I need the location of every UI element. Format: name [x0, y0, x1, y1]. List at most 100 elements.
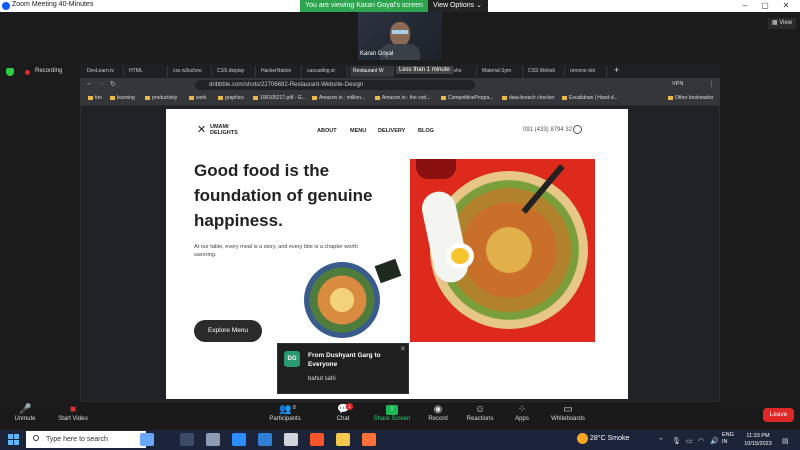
- share-screen-label: Share Screen: [373, 416, 411, 422]
- nav-blog[interactable]: BLOG: [418, 128, 434, 134]
- bookmark-data-breach[interactable]: data-breach checker: [502, 95, 555, 101]
- view-options-label: View Options: [433, 2, 475, 9]
- hero-subtext: At our table, every meal is a story, and…: [194, 244, 358, 258]
- leave-button[interactable]: Leave: [763, 408, 794, 422]
- apps-button[interactable]: ⁘ Apps: [497, 403, 547, 423]
- vscode-icon[interactable]: [258, 433, 272, 446]
- tab-hackernation[interactable]: HackerNation: [258, 66, 302, 77]
- whiteboards-button[interactable]: ▭ Whiteboards: [543, 403, 593, 423]
- phone-icon[interactable]: [573, 125, 582, 134]
- bookmark-excalidraw[interactable]: Excalidraw | Hand-d...: [562, 95, 618, 101]
- view-button-label: View: [779, 20, 793, 26]
- bookmark-learning[interactable]: learning: [110, 95, 135, 101]
- notifications-icon[interactable]: ▤: [782, 437, 789, 445]
- zoom-app-icon[interactable]: [232, 433, 246, 446]
- bookmark-graphics[interactable]: graphics: [218, 95, 244, 101]
- weather-icon: [577, 433, 588, 444]
- forward-icon[interactable]: →: [98, 80, 105, 87]
- nav-about[interactable]: ABOUT: [317, 128, 337, 134]
- system-clock[interactable]: 11:33 PM 10/15/2023: [743, 432, 773, 448]
- chat-notification-title: From Dushyant Garg to Everyone: [308, 352, 381, 368]
- share-screen-button[interactable]: ↑ Share Screen: [367, 403, 417, 422]
- search-icon: [33, 435, 39, 441]
- tab-html[interactable]: HTML: [126, 66, 168, 77]
- clock-date: 10/15/2023: [744, 441, 772, 447]
- weather-text[interactable]: 28°C Smoke: [590, 435, 629, 442]
- apps-icon: ⁘: [517, 404, 527, 415]
- hero-headline: Good food is the foundation of genuine h…: [194, 161, 373, 230]
- address-bar[interactable]: dribbble.com/shots/22706692-Restaurant-W…: [195, 80, 475, 90]
- bookmark-work[interactable]: work: [189, 95, 207, 101]
- app-icon-1[interactable]: [206, 433, 220, 446]
- microphone-icon[interactable]: 🎙: [672, 437, 681, 445]
- vpn-badge[interactable]: VPN: [672, 81, 683, 87]
- tab-material-symbols[interactable]: Material Sym: [479, 66, 523, 77]
- participants-count: 8: [293, 405, 296, 411]
- video-off-icon: ■: [69, 404, 77, 415]
- window-title: Zoom Meeting 40-Minutes: [12, 1, 94, 8]
- bookmark-amazon-million[interactable]: Amazon.in : million...: [312, 95, 365, 101]
- participant-glasses: [392, 30, 408, 34]
- reload-icon[interactable]: ↻: [110, 80, 116, 88]
- nav-delivery[interactable]: DELIVERY: [378, 128, 405, 134]
- app-icon-2[interactable]: [284, 433, 298, 446]
- tab-css-w3schools[interactable]: css w3schoo: [170, 66, 212, 77]
- chat-notification-message: bahut sahi: [308, 376, 336, 382]
- new-tab-icon[interactable]: +: [614, 65, 619, 75]
- view-options-button[interactable]: View Options ⌄: [428, 0, 488, 12]
- brave-icon[interactable]: [310, 433, 324, 446]
- task-view-icon[interactable]: [180, 433, 194, 446]
- tab-devlearn[interactable]: DevLearn.tv: [84, 66, 124, 77]
- wifi-icon[interactable]: ◠: [698, 437, 704, 445]
- bookmark-competitive[interactable]: CompetitiveProgra...: [441, 95, 494, 101]
- file-explorer-icon[interactable]: [336, 433, 350, 446]
- unmute-label: Unmute: [14, 416, 36, 422]
- shield-icon[interactable]: [6, 68, 14, 76]
- tab-remove-dot[interactable]: remove dot: [567, 66, 607, 77]
- minimize-icon[interactable]: –: [735, 0, 755, 12]
- close-icon[interactable]: ✕: [400, 345, 406, 353]
- chat-label: Chat: [336, 416, 350, 422]
- unmute-button[interactable]: 🎤 Unmute: [0, 403, 50, 423]
- view-button[interactable]: ▦ View: [768, 18, 796, 29]
- explore-menu-button[interactable]: Explore Menu: [194, 320, 262, 342]
- clock-time: 11:33 PM: [746, 433, 770, 439]
- back-icon[interactable]: ←: [86, 80, 93, 87]
- bookmark-amazon-code[interactable]: Amazon.in : the cod...: [375, 95, 430, 101]
- start-video-button[interactable]: ■ Start Video: [48, 403, 98, 423]
- ramen-bowl-image: [304, 262, 380, 338]
- participant-video[interactable]: Karan Goyal: [358, 12, 442, 60]
- chat-button[interactable]: 💬 Chat: [318, 403, 368, 423]
- chevron-up-icon[interactable]: ⌃: [658, 437, 664, 445]
- network-icon[interactable]: ▭: [686, 437, 693, 445]
- nav-menu[interactable]: MENU: [350, 128, 366, 134]
- close-icon[interactable]: ✕: [776, 0, 796, 12]
- tab-cascading[interactable]: cascading st: [304, 66, 348, 77]
- sender-avatar: DG: [284, 351, 300, 367]
- volume-icon[interactable]: 🔊: [710, 437, 719, 445]
- recording-label: Recording: [35, 68, 63, 74]
- maximize-icon[interactable]: ▢: [755, 0, 775, 12]
- tab-restaurant-active[interactable]: Restaurant W: [350, 66, 394, 77]
- firefox-icon[interactable]: [362, 433, 376, 446]
- share-screen-icon: ↑: [386, 405, 398, 415]
- tab-css-websites[interactable]: CSS Websit: [525, 66, 565, 77]
- mic-muted-icon: 🎤: [19, 404, 32, 415]
- taskbar-search[interactable]: Type here to search: [26, 431, 146, 448]
- site-logo[interactable]: UMAMI DELIGHTS: [210, 124, 250, 136]
- bookmark-productivity[interactable]: productivity: [145, 95, 177, 101]
- reactions-icon: ☺: [474, 404, 486, 415]
- tab-css-display[interactable]: CSS display: [214, 66, 256, 77]
- language-indicator[interactable]: ENG IN: [722, 432, 736, 446]
- participants-icon: 👥: [279, 404, 292, 415]
- bookmark-pdf[interactable]: 106105217.pdf - G...: [253, 95, 306, 101]
- menu-icon[interactable]: ⋮: [708, 80, 715, 88]
- lang-line-1: ENG: [722, 432, 734, 438]
- bookmark-other[interactable]: Other bookmarks: [668, 95, 713, 101]
- phone-number: 091 (433) 8794 32: [523, 127, 573, 133]
- windows-start-icon[interactable]: [8, 434, 20, 446]
- participants-label: Participants: [269, 416, 301, 422]
- bookmark-fun[interactable]: fun: [88, 95, 102, 101]
- widgets-app-icon[interactable]: [140, 433, 154, 446]
- participants-button[interactable]: 👥 Participants: [260, 403, 310, 423]
